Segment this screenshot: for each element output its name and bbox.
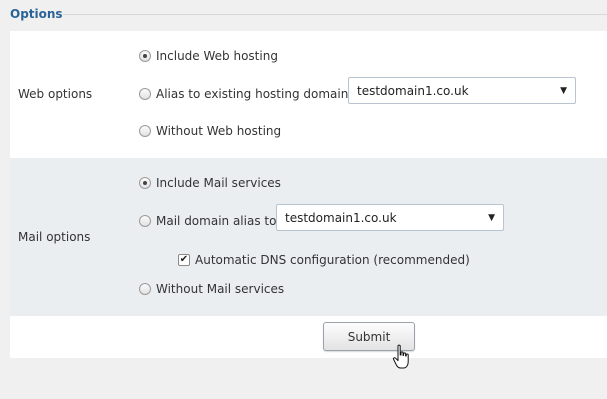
hand-pointer-icon bbox=[392, 344, 409, 369]
web-alias-domain-value: testdomain1.co.uk bbox=[357, 83, 469, 98]
mail-alias-domain-value: testdomain1.co.uk bbox=[285, 210, 397, 225]
web-include-label: Include Web hosting bbox=[156, 49, 278, 63]
web-without-label: Without Web hosting bbox=[156, 124, 282, 138]
mail-without-label: Without Mail services bbox=[156, 282, 285, 296]
mail-include-option[interactable]: Include Mail services bbox=[139, 176, 281, 190]
web-alias-domain-select[interactable]: testdomain1.co.uk ▼ bbox=[348, 77, 576, 104]
caret-down-icon: ▼ bbox=[560, 85, 567, 96]
web-include-option[interactable]: Include Web hosting bbox=[139, 49, 278, 63]
mail-alias-label: Mail domain alias to bbox=[156, 214, 277, 228]
web-alias-option[interactable]: Alias to existing hosting domain bbox=[139, 87, 348, 101]
dns-config-label: Automatic DNS configuration (recommended… bbox=[195, 253, 470, 267]
web-options-label: Web options bbox=[18, 87, 93, 101]
mail-include-radio[interactable] bbox=[139, 177, 151, 189]
web-without-radio[interactable] bbox=[139, 125, 151, 137]
dns-config-option[interactable]: ✔ Automatic DNS configuration (recommend… bbox=[178, 253, 470, 267]
web-alias-label: Alias to existing hosting domain bbox=[156, 87, 349, 101]
form-footer: Submit bbox=[10, 316, 607, 358]
mail-alias-radio[interactable] bbox=[139, 215, 151, 227]
mail-options-panel: Mail options Include Mail services Mail … bbox=[10, 158, 607, 316]
mail-without-option[interactable]: Without Mail services bbox=[139, 282, 284, 296]
caret-down-icon: ▼ bbox=[488, 212, 495, 223]
dns-config-checkbox[interactable]: ✔ bbox=[178, 254, 190, 266]
web-alias-radio[interactable] bbox=[139, 88, 151, 100]
mail-alias-option[interactable]: Mail domain alias to bbox=[139, 214, 276, 228]
mail-options-label: Mail options bbox=[18, 230, 91, 244]
mail-without-radio[interactable] bbox=[139, 283, 151, 295]
legend-divider bbox=[63, 14, 607, 15]
web-without-option[interactable]: Without Web hosting bbox=[139, 124, 281, 138]
web-options-panel: Web options Include Web hosting Alias to… bbox=[10, 31, 607, 158]
options-legend: Options bbox=[10, 7, 63, 21]
web-include-radio[interactable] bbox=[139, 50, 151, 62]
mail-include-label: Include Mail services bbox=[156, 176, 281, 190]
mail-alias-domain-select[interactable]: testdomain1.co.uk ▼ bbox=[276, 204, 504, 231]
